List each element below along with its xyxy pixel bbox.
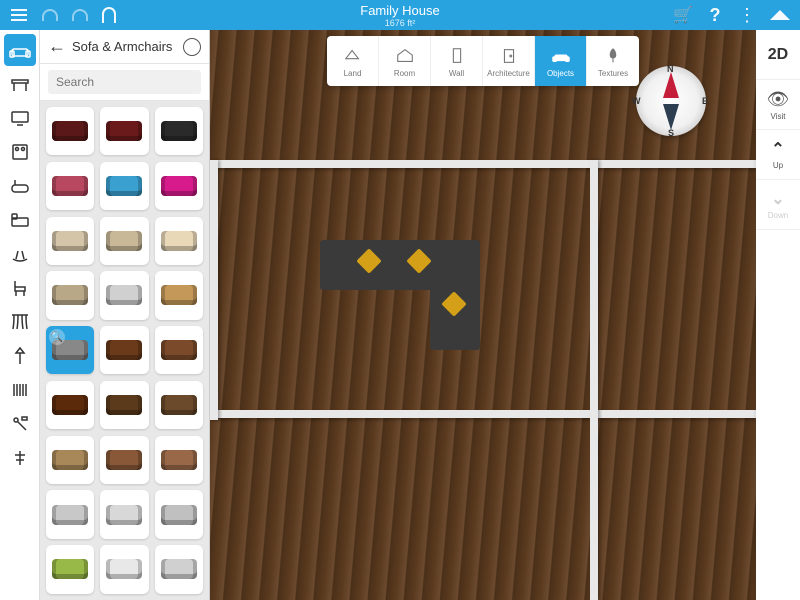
history-icon[interactable] — [183, 38, 201, 56]
furniture-item[interactable] — [155, 271, 203, 319]
furniture-item[interactable] — [46, 271, 94, 319]
furniture-item[interactable] — [100, 545, 148, 593]
furniture-item[interactable] — [100, 326, 148, 374]
mode-toolbar: LandRoomWallArchitectureObjectsTextures — [327, 36, 639, 86]
tool-textures[interactable]: Textures — [587, 36, 639, 86]
category-appliance[interactable] — [4, 136, 36, 168]
furniture-item[interactable] — [46, 436, 94, 484]
category-lamp[interactable] — [4, 340, 36, 372]
category-misc[interactable] — [4, 442, 36, 474]
area-text: 1676 ft² — [360, 18, 439, 28]
cart-icon[interactable]: 🛒 — [674, 6, 692, 24]
compass-n: N — [667, 64, 674, 74]
furniture-item[interactable] — [46, 545, 94, 593]
more-icon[interactable]: ⋮ — [738, 6, 756, 24]
tool-architecture[interactable]: Architecture — [483, 36, 535, 86]
object-grid — [40, 101, 209, 600]
furniture-item[interactable] — [46, 381, 94, 429]
snap-icon[interactable] — [102, 7, 116, 23]
category-chair[interactable] — [4, 272, 36, 304]
view-bar: 2D 👁 Visit ⌃ Up ⌄ Down — [756, 30, 800, 600]
3d-viewport[interactable]: LandRoomWallArchitectureObjectsTextures … — [210, 30, 756, 600]
top-bar: Family House 1676 ft² 🛒 ? ⋮ — [0, 0, 800, 30]
furniture-item[interactable] — [100, 436, 148, 484]
tool-objects[interactable]: Objects — [535, 36, 587, 86]
category-sofa[interactable] — [4, 34, 36, 66]
help-icon[interactable]: ? — [706, 6, 724, 24]
category-rocking[interactable] — [4, 238, 36, 270]
category-tools[interactable] — [4, 408, 36, 440]
furniture-item[interactable] — [155, 217, 203, 265]
furniture-item[interactable] — [155, 326, 203, 374]
category-curtain[interactable] — [4, 306, 36, 338]
search-input[interactable] — [48, 70, 201, 94]
category-tv[interactable] — [4, 102, 36, 134]
furniture-item[interactable] — [100, 217, 148, 265]
undo-icon[interactable] — [42, 9, 58, 21]
furniture-item[interactable] — [155, 545, 203, 593]
furniture-item[interactable] — [100, 107, 148, 155]
furniture-item[interactable] — [155, 381, 203, 429]
furniture-item[interactable] — [155, 490, 203, 538]
category-bathtub[interactable] — [4, 170, 36, 202]
furniture-item[interactable] — [46, 107, 94, 155]
title-text: Family House — [360, 3, 439, 18]
compass-w: W — [632, 96, 641, 106]
compass-e: E — [702, 96, 708, 106]
panel-title: Sofa & Armchairs — [72, 39, 177, 54]
furniture-item[interactable] — [46, 217, 94, 265]
furniture-item[interactable] — [46, 162, 94, 210]
chevron-up-icon: ⌃ — [771, 139, 784, 159]
furniture-item[interactable] — [100, 271, 148, 319]
floor-up-button[interactable]: ⌃ Up — [756, 130, 800, 180]
category-table[interactable] — [4, 68, 36, 100]
category-bed[interactable] — [4, 204, 36, 236]
back-icon[interactable]: ← — [48, 36, 66, 57]
compass-s: S — [668, 128, 674, 138]
tool-room[interactable]: Room — [379, 36, 431, 86]
view-mode-button[interactable]: 2D — [756, 30, 800, 80]
compass[interactable]: N S E W — [636, 66, 706, 136]
tool-wall[interactable]: Wall — [431, 36, 483, 86]
visit-button[interactable]: 👁 Visit — [756, 80, 800, 130]
furniture-item[interactable] — [100, 162, 148, 210]
menu-icon[interactable] — [10, 6, 28, 24]
home-icon[interactable] — [770, 10, 790, 20]
tool-land[interactable]: Land — [327, 36, 379, 86]
eye-icon: 👁 — [767, 89, 790, 110]
furniture-item[interactable] — [155, 436, 203, 484]
furniture-item[interactable] — [100, 381, 148, 429]
category-bar — [0, 30, 40, 600]
category-radiator[interactable] — [4, 374, 36, 406]
project-title[interactable]: Family House 1676 ft² — [360, 3, 439, 28]
furniture-item[interactable] — [46, 326, 94, 374]
furniture-item[interactable] — [155, 107, 203, 155]
redo-icon[interactable] — [72, 9, 88, 21]
chevron-down-icon: ⌄ — [771, 189, 784, 209]
object-panel: ← Sofa & Armchairs — [40, 30, 210, 600]
floor-down-button[interactable]: ⌄ Down — [756, 180, 800, 230]
furniture-item[interactable] — [46, 490, 94, 538]
furniture-item[interactable] — [100, 490, 148, 538]
furniture-item[interactable] — [155, 162, 203, 210]
